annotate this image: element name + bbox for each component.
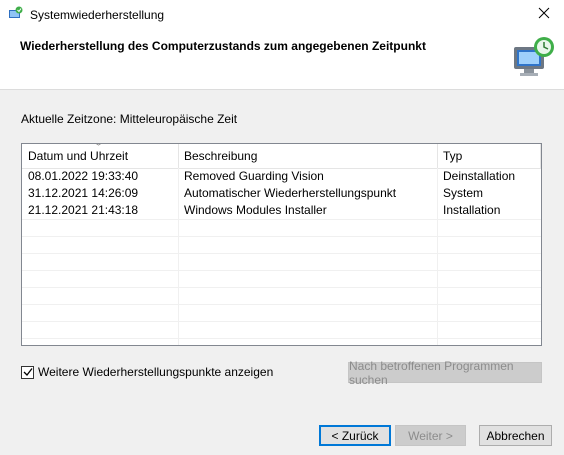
scan-programs-button[interactable]: Nach betroffenen Programmen suchen [348, 359, 542, 387]
grid-line [22, 304, 541, 305]
close-button[interactable] [524, 0, 564, 29]
cell-description: Windows Modules Installer [184, 203, 327, 217]
cell-date: 21.12.2021 21:43:18 [28, 203, 139, 217]
back-button[interactable]: < Zurück [319, 425, 391, 446]
column-label-date: Datum und Uhrzeit [28, 149, 129, 163]
cell-date: 31.12.2021 14:26:09 [28, 186, 139, 200]
table-row[interactable]: 08.01.2022 19:33:40 Removed Guarding Vis… [22, 168, 541, 185]
grid-line [22, 338, 541, 339]
grid-line [22, 270, 541, 271]
cell-type: Installation [443, 203, 501, 217]
cell-description: Automatischer Wiederherstellungspunkt [184, 186, 397, 200]
title-bar: Systemwiederherstellung [0, 0, 564, 29]
column-label-description: Beschreibung [184, 149, 258, 163]
column-header-date[interactable]: ﹀ Datum und Uhrzeit [22, 144, 178, 168]
list-rows: 08.01.2022 19:33:40 Removed Guarding Vis… [22, 168, 541, 219]
page-title: Wiederherstellung des Computerzustands z… [20, 39, 426, 53]
column-divider [540, 144, 541, 168]
timezone-label: Aktuelle Zeitzone: Mitteleuropäische Zei… [21, 112, 238, 126]
cell-date: 08.01.2022 19:33:40 [28, 169, 139, 183]
list-header: ﹀ Datum und Uhrzeit Beschreibung Typ [22, 144, 541, 169]
show-more-label: Weitere Wiederherstellungspunkte anzeige… [38, 365, 274, 379]
grid-line [22, 219, 541, 220]
system-restore-window: Systemwiederherstellung Wiederherstellun… [0, 0, 564, 455]
restore-points-list[interactable]: ﹀ Datum und Uhrzeit Beschreibung Typ 08.… [21, 143, 542, 346]
cell-description: Removed Guarding Vision [184, 169, 324, 183]
grid-line [22, 321, 541, 322]
table-row[interactable]: 21.12.2021 21:43:18 Windows Modules Inst… [22, 202, 541, 219]
cell-type: System [443, 186, 484, 200]
checkmark-icon [23, 368, 33, 376]
grid-line [22, 253, 541, 254]
header-panel: Wiederherstellung des Computerzustands z… [0, 29, 564, 90]
sort-chevron-icon: ﹀ [94, 143, 104, 152]
grid-line [22, 236, 541, 237]
close-icon [538, 7, 550, 22]
cancel-button[interactable]: Abbrechen [479, 425, 552, 446]
cell-type: Deinstallation [443, 169, 516, 183]
column-header-description[interactable]: Beschreibung [178, 144, 437, 168]
show-more-checkbox[interactable] [21, 365, 34, 379]
table-row[interactable]: 31.12.2021 14:26:09 Automatischer Wieder… [22, 185, 541, 202]
system-restore-icon [8, 6, 24, 22]
column-label-type: Typ [443, 149, 463, 163]
window-title: Systemwiederherstellung [30, 8, 165, 22]
computer-restore-icon [510, 33, 560, 81]
column-header-type[interactable]: Typ [437, 144, 541, 168]
show-more-restore-points[interactable]: Weitere Wiederherstellungspunkte anzeige… [21, 365, 273, 379]
next-button[interactable]: Weiter > [395, 425, 466, 446]
grid-line [22, 287, 541, 288]
